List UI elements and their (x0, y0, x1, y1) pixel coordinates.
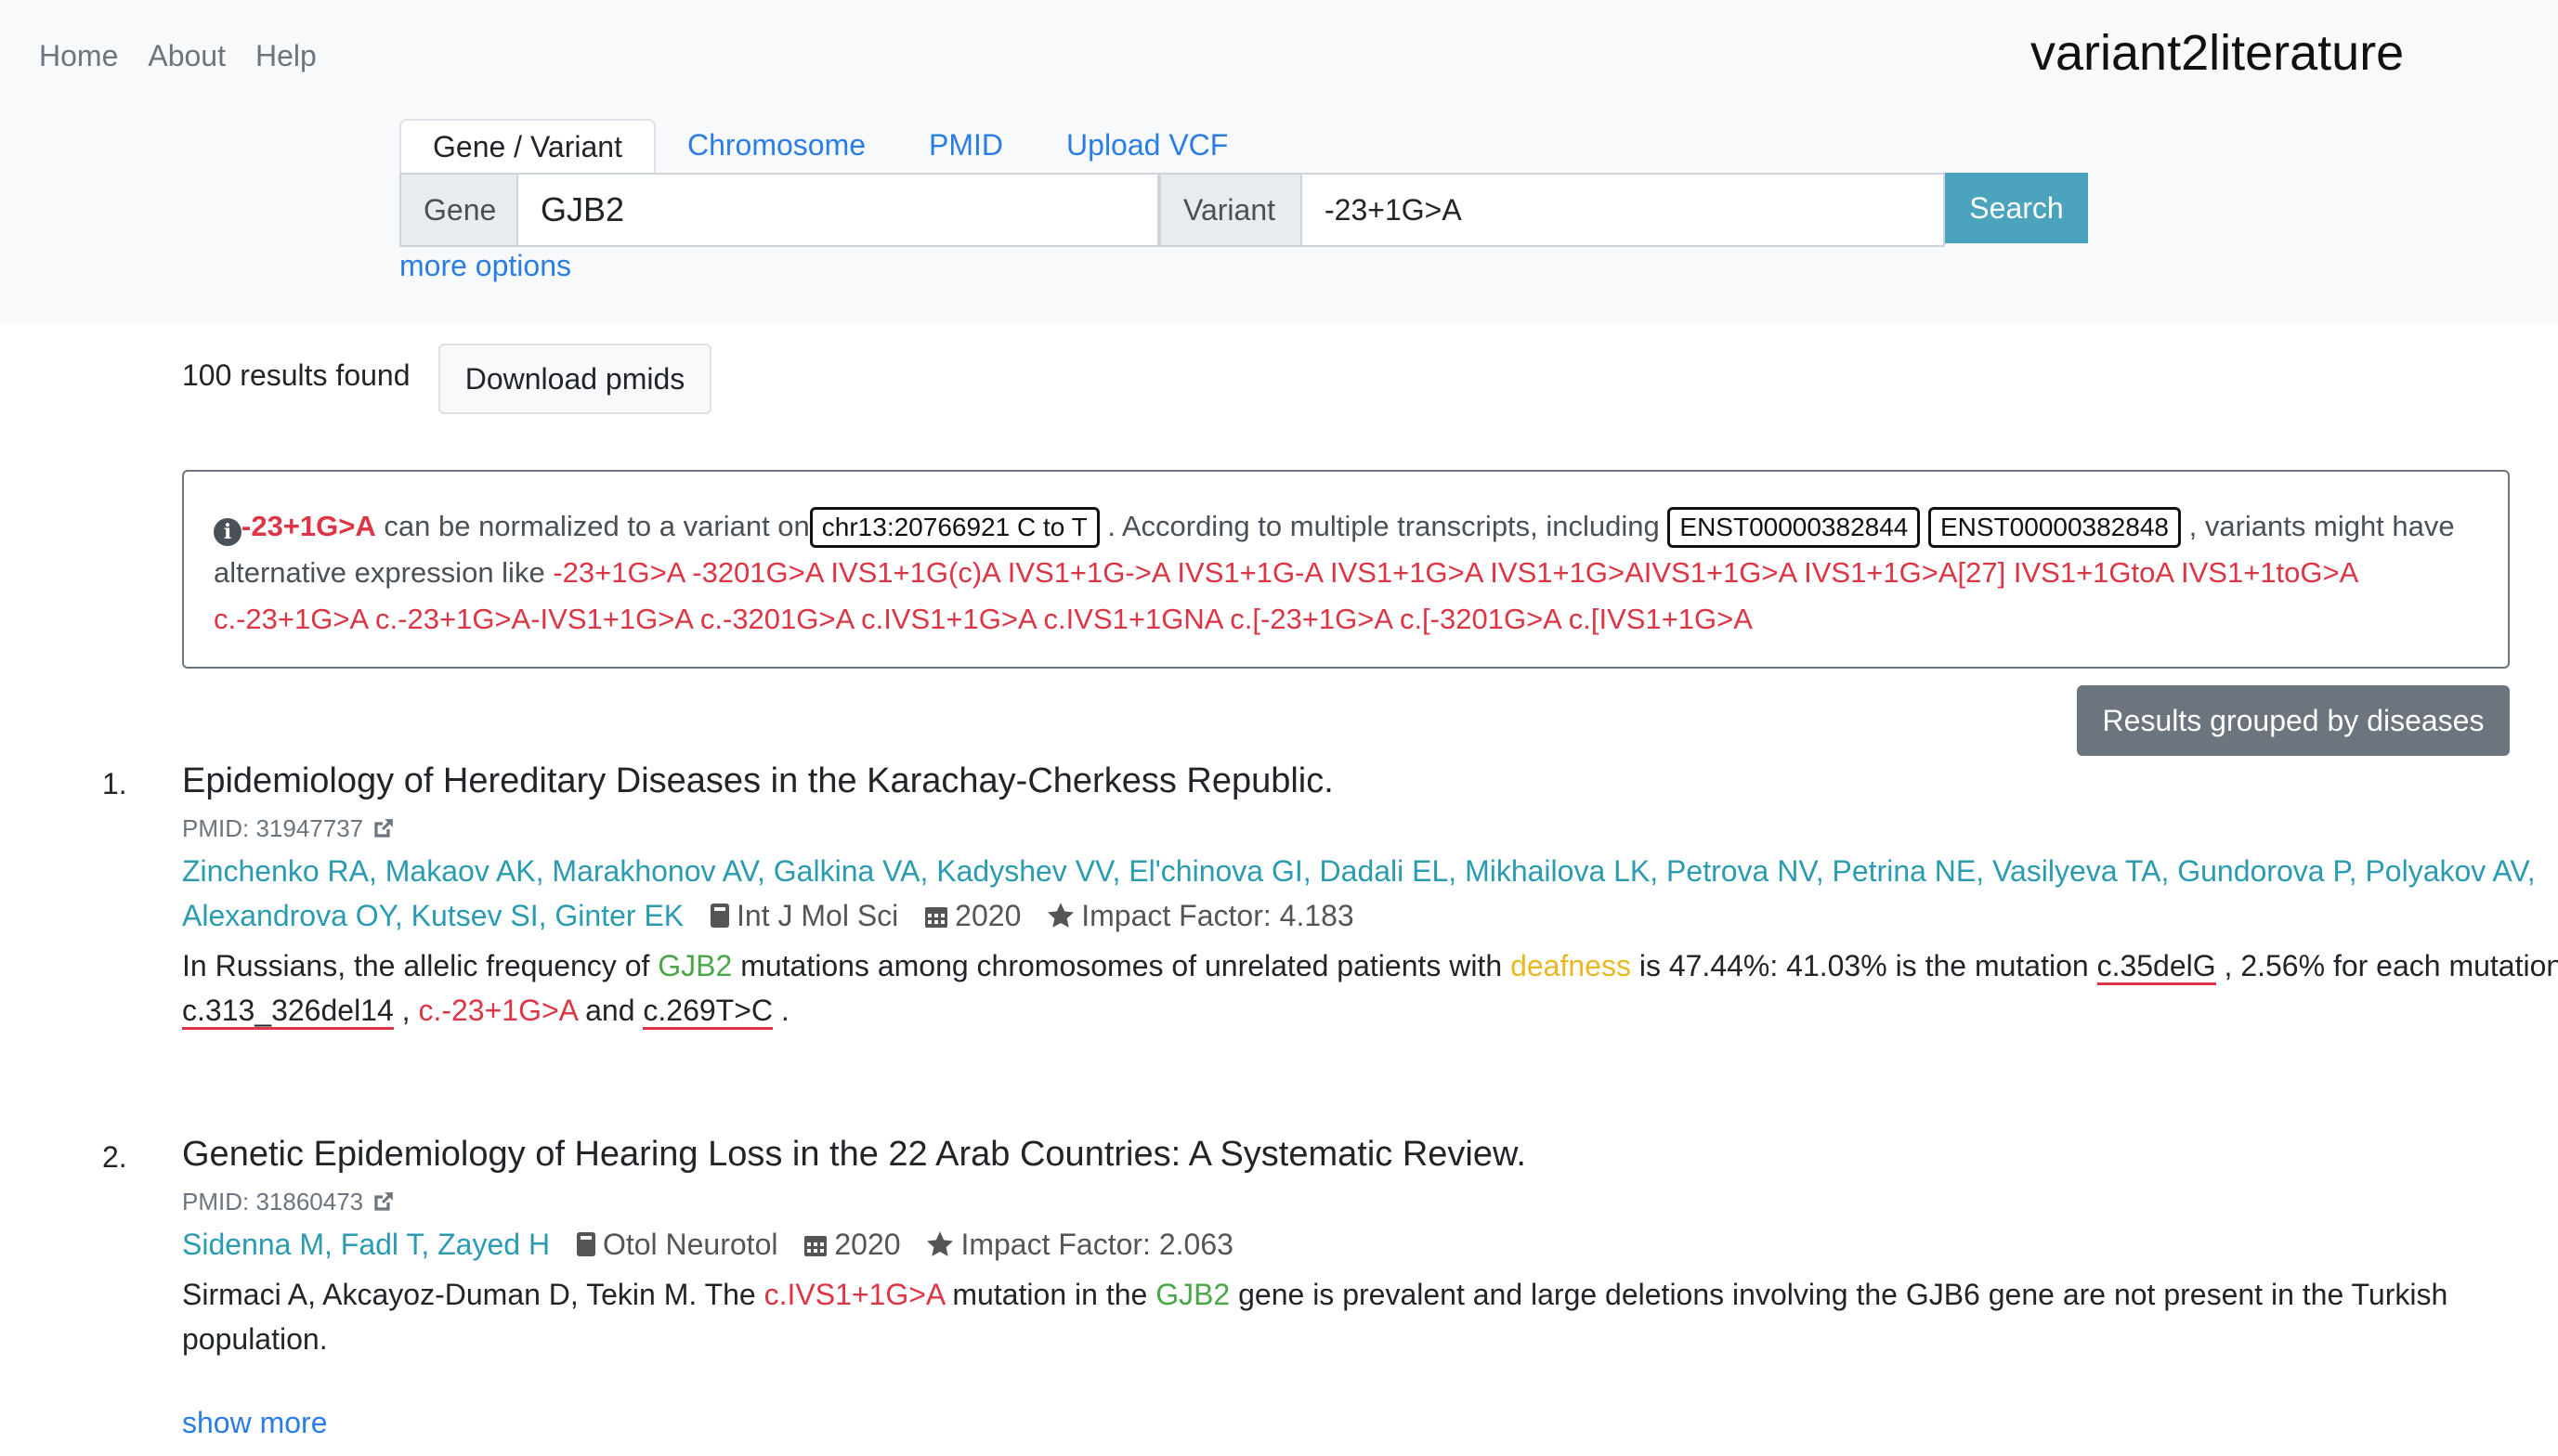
snippet-text: mutation in the (952, 1278, 1148, 1311)
publication-year: 2020 (834, 1228, 901, 1261)
article-snippet: In Russians, the allelic frequency of GJ… (182, 943, 2558, 1033)
book-icon (711, 904, 730, 928)
alt-expressions-line-1: -23+1G>A -3201G>A IVS1+1G(c)A IVS1+1G->A… (553, 556, 2173, 589)
gene-label: Gene (399, 173, 518, 247)
journal-name: Otol Neurotol (602, 1228, 778, 1261)
result-body: Epidemiology of Hereditary Diseases in t… (182, 761, 2558, 1033)
normalization-info: i -23+1G>A can be normalized to a variant… (182, 470, 2510, 669)
snippet-text: , (401, 994, 411, 1027)
tab-gene-variant[interactable]: Gene / Variant (399, 119, 656, 175)
star-icon (927, 1231, 954, 1256)
group-by-disease-button[interactable]: Results grouped by diseases (2077, 685, 2510, 756)
top-nav: Home About Help (39, 39, 317, 73)
disease-highlight: deafness (1510, 949, 1631, 982)
download-pmids-button[interactable]: Download pmids (438, 344, 711, 414)
result-number: 1. (102, 767, 127, 800)
impact-factor: Impact Factor: 2.063 (960, 1228, 1233, 1261)
result-number: 2. (102, 1140, 127, 1174)
gene-highlight: GJB2 (658, 949, 733, 982)
article-meta: Zinchenko RA, Makaov AK, Marakhonov AV, … (182, 849, 2558, 938)
variant-highlight: c.-23+1G>A (418, 994, 578, 1027)
article-snippet: Sirmaci A, Akcayoz-Duman D, Tekin M. The… (182, 1272, 2558, 1361)
pmid-text: PMID: 31947737 (182, 814, 364, 842)
pmid-line: PMID: 31947737 (182, 814, 2558, 843)
info-text-transcripts: . According to multiple transcripts, inc… (1107, 510, 1660, 542)
calendar-icon (925, 907, 948, 928)
snippet-text: In Russians, the allelic frequency of (182, 949, 650, 982)
site-title: variant2literature (2030, 25, 2405, 81)
snippet-text: , 2.56% for each mutations (2224, 949, 2558, 982)
more-options-link[interactable]: more options (399, 249, 571, 283)
pmid-line: PMID: 31860473 (182, 1188, 2558, 1216)
info-icon: i (214, 518, 241, 546)
pmid-text: PMID: 31860473 (182, 1188, 364, 1216)
tab-chromosome[interactable]: Chromosome (656, 119, 897, 175)
snippet-text: . (780, 994, 790, 1027)
info-text-normalized: can be normalized to a variant on (384, 510, 810, 542)
impact-factor: Impact Factor: 4.183 (1081, 899, 1354, 932)
variant-mention[interactable]: c.35delG (2096, 949, 2216, 985)
results-count: 100 results found (182, 358, 411, 392)
search-button[interactable]: Search (1945, 173, 2088, 243)
tab-upload-vcf[interactable]: Upload VCF (1035, 119, 1259, 175)
result-body: Genetic Epidemiology of Hearing Loss in … (182, 1135, 2558, 1361)
article-title[interactable]: Epidemiology of Hereditary Diseases in t… (182, 761, 2558, 801)
snippet-text: and (585, 994, 635, 1027)
chromosome-chip[interactable]: chr13:20766921 C to T (809, 507, 1100, 548)
gene-highlight: GJB2 (1155, 1278, 1231, 1311)
snippet-text: mutations among chromosomes of unrelated… (740, 949, 1503, 982)
nav-home-link[interactable]: Home (39, 39, 118, 73)
external-link-icon[interactable] (371, 1190, 395, 1215)
author-list[interactable]: Zinchenko RA, Makaov AK, Marakhonov AV, … (182, 854, 2536, 932)
variant-highlight: c.IVS1+1G>A (763, 1278, 945, 1311)
nav-help-link[interactable]: Help (255, 39, 317, 73)
snippet-text: Sirmaci A, Akcayoz-Duman D, Tekin M. The (182, 1278, 756, 1311)
snippet-text: is 47.44%: 41.03% is the mutation (1638, 949, 2089, 982)
article-meta: Sidenna M, Fadl T, Zayed H Otol Neurotol… (182, 1222, 2558, 1267)
journal-name: Int J Mol Sci (737, 899, 899, 932)
show-more-link[interactable]: show more (182, 1406, 328, 1440)
variant-mention[interactable]: c.313_326del14 (182, 994, 394, 1030)
nav-about-link[interactable]: About (148, 39, 226, 73)
info-variant: -23+1G>A (241, 510, 376, 542)
publication-year: 2020 (955, 899, 1022, 932)
transcript-chip-1[interactable]: ENST00000382844 (1667, 507, 1921, 548)
star-icon (1048, 903, 1075, 928)
variant-label: Variant (1159, 173, 1302, 247)
transcript-chip-2[interactable]: ENST00000382848 (1928, 507, 2181, 548)
search-header: Home About Help variant2literature Gene … (0, 0, 2558, 323)
calendar-icon (804, 1236, 828, 1256)
author-list[interactable]: Sidenna M, Fadl T, Zayed H (182, 1228, 550, 1261)
search-form: Gene GJB2 Variant -23+1G>A Search (399, 173, 2088, 247)
gene-input[interactable]: GJB2 (518, 173, 1159, 247)
search-tabs: Gene / Variant Chromosome PMID Upload VC… (399, 119, 1259, 175)
article-title[interactable]: Genetic Epidemiology of Hearing Loss in … (182, 1135, 2558, 1175)
tab-pmid[interactable]: PMID (897, 119, 1035, 175)
variant-mention[interactable]: c.269T>C (643, 994, 774, 1030)
book-icon (576, 1232, 595, 1256)
external-link-icon[interactable] (371, 817, 395, 841)
variant-input[interactable]: -23+1G>A (1302, 173, 1945, 247)
